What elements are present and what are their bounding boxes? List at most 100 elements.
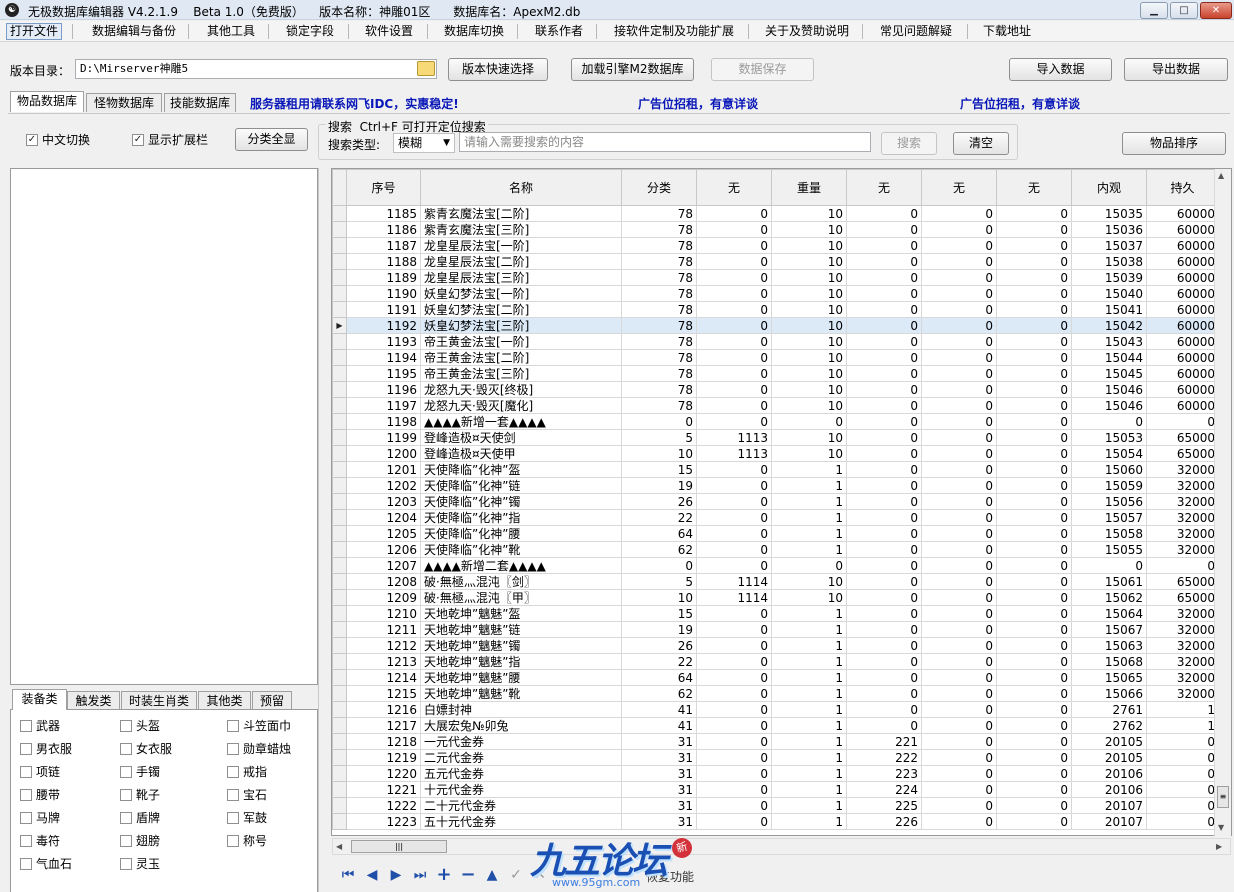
table-cell[interactable]: 1199 [346, 429, 421, 446]
table-cell[interactable]: 0 [846, 621, 922, 638]
table-cell[interactable]: 15060 [1071, 461, 1147, 478]
table-cell[interactable]: 31 [621, 749, 697, 766]
table-row[interactable]: 1221 十元代金券 31 0 1 224 0 0 20106 0 [332, 781, 1219, 798]
table-cell[interactable]: 1211 [346, 621, 421, 638]
table-cell[interactable]: 20105 [1071, 749, 1147, 766]
table-cell[interactable]: 0 [1146, 781, 1219, 798]
table-cell[interactable]: 0 [996, 637, 1072, 654]
table-cell[interactable]: 32000 [1146, 509, 1219, 526]
table-row[interactable]: 1218 一元代金券 31 0 1 221 0 0 20105 0 [332, 733, 1219, 750]
table-cell[interactable]: 大展宏兔№卯兔 [420, 717, 622, 734]
table-cell[interactable]: 1 [771, 717, 847, 734]
table-cell[interactable]: 15045 [1071, 365, 1147, 382]
table-cell[interactable]: 78 [621, 349, 697, 366]
table-cell[interactable]: 223 [846, 765, 922, 782]
table-cell[interactable]: 1193 [346, 333, 421, 350]
row-indicator[interactable] [332, 669, 347, 686]
table-cell[interactable]: 32000 [1146, 461, 1219, 478]
table-cell[interactable]: 1212 [346, 637, 421, 654]
table-cell[interactable]: 1208 [346, 573, 421, 590]
splitter[interactable] [318, 168, 330, 892]
row-indicator[interactable] [332, 813, 347, 830]
table-cell[interactable]: 破·無極灬混沌〖甲〗 [420, 589, 622, 606]
table-cell[interactable]: 0 [1146, 413, 1219, 430]
table-cell[interactable]: 78 [621, 205, 697, 222]
table-cell[interactable]: 0 [996, 749, 1072, 766]
table-cell[interactable]: 0 [1146, 749, 1219, 766]
table-cell[interactable]: 1203 [346, 493, 421, 510]
import-data-button[interactable]: 导入数据 [1009, 58, 1112, 81]
table-cell[interactable]: 0 [846, 205, 922, 222]
table-cell[interactable]: 天地乾坤”魑魅”指 [420, 653, 622, 670]
table-cell[interactable]: 15054 [1071, 445, 1147, 462]
row-indicator[interactable] [332, 797, 347, 814]
table-cell[interactable]: 60000 [1146, 397, 1219, 414]
table-row[interactable]: 1194 帝王黄金法宝[二阶] 78 0 10 0 0 0 15044 60000 [332, 349, 1219, 366]
table-cell[interactable]: 26 [621, 493, 697, 510]
table-cell[interactable]: 龙皇星辰法宝[三阶] [420, 269, 622, 286]
menu-other-tools[interactable]: 其他工具 [207, 24, 255, 39]
table-cell[interactable]: 0 [846, 477, 922, 494]
table-cell[interactable]: 15067 [1071, 621, 1147, 638]
table-cell[interactable]: 15055 [1071, 541, 1147, 558]
table-cell[interactable]: 0 [996, 381, 1072, 398]
table-row[interactable]: 1220 五元代金券 31 0 1 223 0 0 20106 0 [332, 765, 1219, 782]
table-cell[interactable]: 0 [621, 557, 697, 574]
table-cell[interactable]: 15059 [1071, 477, 1147, 494]
table-cell[interactable]: 32000 [1146, 477, 1219, 494]
table-cell[interactable]: 60000 [1146, 237, 1219, 254]
table-cell[interactable]: 60000 [1146, 253, 1219, 270]
table-cell[interactable]: 0 [696, 381, 772, 398]
item-grid[interactable]: 序号 名称 分类无重量无无无内观 持久 1185 紫青玄魔法宝[二阶] 78 0 10 0 0 0 1… [331, 168, 1232, 836]
table-row[interactable]: 1189 龙皇星辰法宝[三阶] 78 0 10 0 0 0 15039 60000 [332, 269, 1219, 286]
table-cell[interactable]: 0 [921, 717, 997, 734]
table-cell[interactable]: 65000 [1146, 445, 1219, 462]
table-cell[interactable]: 0 [846, 493, 922, 510]
table-cell[interactable]: 1190 [346, 285, 421, 302]
table-cell[interactable]: 10 [771, 221, 847, 238]
table-cell[interactable]: 1214 [346, 669, 421, 686]
table-cell[interactable]: 一元代金券 [420, 733, 622, 750]
table-row[interactable]: 1214 天地乾坤”魑魅”腰 64 0 1 0 0 0 15065 32000 [332, 669, 1219, 686]
table-cell[interactable]: 20106 [1071, 781, 1147, 798]
table-cell[interactable]: 帝王黄金法宝[二阶] [420, 349, 622, 366]
column-header[interactable]: 持久 [1146, 169, 1219, 206]
data-save-button[interactable]: 数据保存 [711, 58, 814, 81]
menu-download[interactable]: 下载地址 [983, 24, 1031, 39]
table-cell[interactable]: 1 [771, 685, 847, 702]
table-cell[interactable]: 222 [846, 749, 922, 766]
table-row[interactable]: 1216 白嫖封神 41 0 1 0 0 0 2761 1 [332, 701, 1219, 718]
table-cell[interactable]: 10 [771, 573, 847, 590]
table-cell[interactable]: 天地乾坤”魑魅”靴 [420, 685, 622, 702]
table-cell[interactable]: 1189 [346, 269, 421, 286]
table-cell[interactable]: 0 [996, 685, 1072, 702]
table-cell[interactable]: 41 [621, 701, 697, 718]
table-cell[interactable]: 1187 [346, 237, 421, 254]
table-cell[interactable]: 31 [621, 765, 697, 782]
table-cell[interactable]: 0 [696, 477, 772, 494]
table-cell[interactable]: 15066 [1071, 685, 1147, 702]
column-header[interactable]: 无 [696, 169, 772, 206]
table-cell[interactable]: 64 [621, 525, 697, 542]
tab-monster-database[interactable]: 怪物数据库 [86, 93, 162, 112]
menu-contact-author[interactable]: 联系作者 [535, 24, 583, 39]
table-cell[interactable]: 32000 [1146, 653, 1219, 670]
table-cell[interactable]: 0 [996, 477, 1072, 494]
row-indicator[interactable] [332, 269, 347, 286]
table-cell[interactable]: 0 [1146, 797, 1219, 814]
table-cell[interactable]: 0 [921, 701, 997, 718]
table-cell[interactable]: 0 [846, 269, 922, 286]
table-cell[interactable]: 0 [846, 573, 922, 590]
table-cell[interactable]: 22 [621, 653, 697, 670]
table-cell[interactable]: 20107 [1071, 813, 1147, 830]
column-header[interactable]: 序号 [346, 169, 421, 206]
table-row[interactable]: ▶ 1192 妖皇幻梦法宝[三阶] 78 0 10 0 0 0 15042 60000 [332, 317, 1219, 334]
load-m2-database-button[interactable]: 加载引擎M2数据库 [571, 58, 694, 81]
table-row[interactable]: 1204 天使降临”化神”指 22 0 1 0 0 0 15057 32000 [332, 509, 1219, 526]
table-cell[interactable]: 1223 [346, 813, 421, 830]
table-cell[interactable]: 0 [996, 733, 1072, 750]
table-cell[interactable]: 225 [846, 797, 922, 814]
row-indicator[interactable] [332, 525, 347, 542]
table-cell[interactable]: 0 [996, 573, 1072, 590]
table-cell[interactable]: 31 [621, 813, 697, 830]
